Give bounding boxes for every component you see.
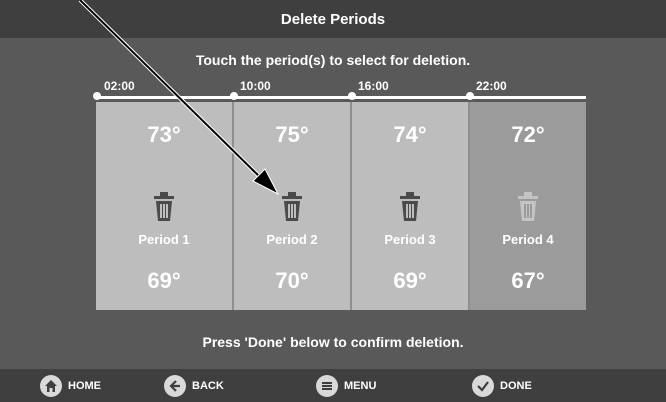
time-label: 16:00 — [358, 79, 389, 93]
home-icon — [40, 375, 62, 397]
cool-setpoint: 69° — [147, 268, 181, 293]
trash-icon — [518, 192, 538, 221]
period-card-1[interactable]: 73° Period 1 69° — [96, 102, 234, 310]
done-button[interactable]: DONE — [472, 374, 532, 398]
title-bar: Delete Periods — [0, 0, 666, 38]
time-label: 10:00 — [240, 79, 271, 93]
heat-setpoint: 74° — [393, 122, 427, 147]
cool-setpoint: 70° — [275, 268, 309, 293]
thermostat-screen: Delete Periods Touch the period(s) to se… — [0, 0, 666, 402]
period-label: Period 1 — [138, 232, 190, 247]
period-label: Period 2 — [266, 232, 318, 247]
done-label: DONE — [500, 380, 532, 392]
time-label: 02:00 — [104, 79, 135, 93]
cool-setpoint: 69° — [393, 268, 427, 293]
back-label: BACK — [192, 380, 224, 392]
period-label: Period 3 — [384, 232, 436, 247]
cool-setpoint: 67° — [511, 268, 545, 293]
check-icon — [472, 375, 494, 397]
timeline-marker — [93, 92, 101, 100]
trash-icon — [400, 192, 420, 221]
bottom-nav-bar: HOME BACK MENU DONE — [0, 369, 666, 402]
period-card-4[interactable]: 72° Period 4 67° — [470, 102, 586, 310]
period-card-3[interactable]: 74° Period 3 69° — [352, 102, 470, 310]
confirm-instruction: Press 'Done' below to confirm deletion. — [202, 334, 464, 350]
schedule-timeline: 02:00 10:00 16:00 22:00 — [93, 79, 586, 100]
timeline-line — [96, 96, 586, 99]
page-title: Delete Periods — [280, 10, 386, 28]
timeline-marker — [466, 92, 474, 100]
menu-label: MENU — [344, 380, 377, 392]
home-button[interactable]: HOME — [40, 374, 101, 398]
time-label: 22:00 — [476, 79, 507, 93]
menu-icon — [316, 375, 338, 397]
back-button[interactable]: BACK — [164, 374, 224, 398]
period-label: Period 4 — [502, 232, 554, 247]
heat-setpoint: 73° — [147, 122, 181, 147]
period-list: 73° Period 1 69° 75° Period 2 70° 74° Pe… — [96, 102, 586, 310]
period-card-2[interactable]: 75° Period 2 70° — [234, 102, 352, 310]
selection-instruction: Touch the period(s) to select for deleti… — [195, 52, 471, 68]
menu-button[interactable]: MENU — [316, 374, 376, 398]
heat-setpoint: 75° — [275, 122, 309, 147]
timeline-marker — [348, 92, 356, 100]
trash-icon — [282, 192, 302, 221]
trash-icon — [154, 192, 174, 221]
timeline-marker — [230, 92, 238, 100]
home-label: HOME — [68, 380, 101, 392]
heat-setpoint: 72° — [511, 122, 545, 147]
back-arrow-icon — [164, 375, 186, 397]
